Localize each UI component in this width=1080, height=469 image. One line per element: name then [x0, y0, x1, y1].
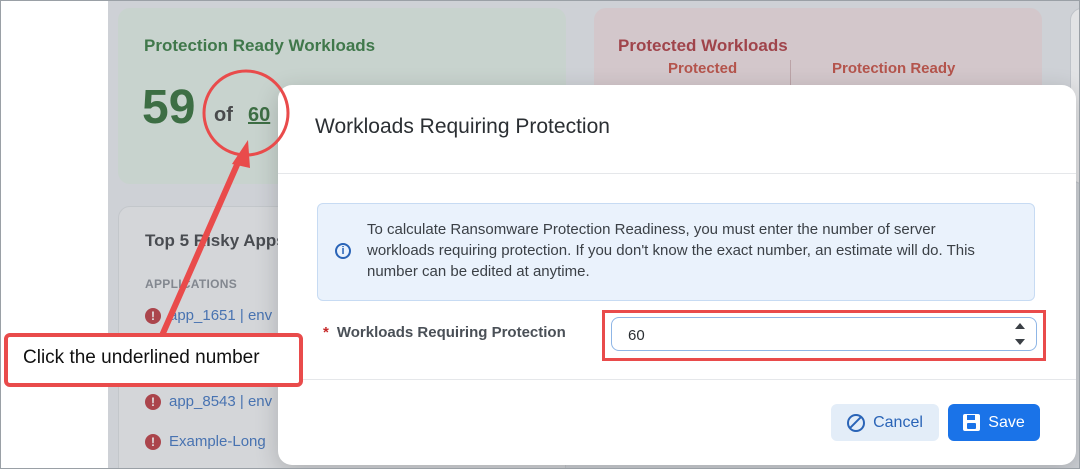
- callout-text: Click the underlined number: [23, 347, 260, 368]
- modal-title: Workloads Requiring Protection: [315, 115, 610, 138]
- info-text: To calculate Ransomware Protection Readi…: [367, 221, 975, 280]
- workloads-modal: Workloads Requiring Protection i To calc…: [278, 85, 1076, 465]
- info-icon: i: [335, 243, 351, 259]
- cancel-button-label: Cancel: [873, 413, 923, 431]
- save-button[interactable]: Save: [948, 404, 1040, 441]
- info-alert: i To calculate Ransomware Protection Rea…: [317, 203, 1035, 301]
- input-highlight-box: [602, 310, 1046, 361]
- save-icon: [963, 414, 981, 431]
- workloads-field-label-text: Workloads Requiring Protection: [336, 324, 566, 341]
- required-marker: *: [323, 324, 329, 341]
- cancel-icon: [847, 413, 866, 432]
- annotation-callout: Click the underlined number: [4, 333, 303, 387]
- header-divider: [278, 173, 1076, 174]
- left-margin: [0, 0, 108, 469]
- cancel-button[interactable]: Cancel: [831, 404, 939, 441]
- save-button-label: Save: [988, 413, 1025, 431]
- footer-divider: [278, 379, 1076, 380]
- workloads-field-label: * Workloads Requiring Protection: [323, 324, 566, 341]
